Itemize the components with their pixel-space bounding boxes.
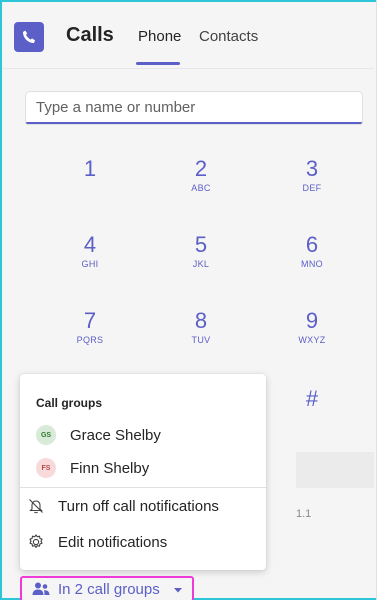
- call-groups-label: In 2 call groups: [58, 580, 160, 598]
- key-digit: 2: [194, 156, 208, 181]
- call-group-item-finn-shelby[interactable]: FS Finn Shelby: [26, 453, 260, 483]
- key-digit: 7: [83, 308, 97, 333]
- key-digit: 1: [83, 156, 97, 181]
- keypad-key-6[interactable]: 6 MNO: [277, 232, 347, 288]
- popup-divider: [20, 487, 266, 488]
- keypad-key-8[interactable]: 8 TUV: [166, 308, 236, 364]
- menu-label: Edit notifications: [58, 533, 168, 551]
- background-fragment: 1.1: [296, 508, 312, 520]
- key-letters: PQRS: [76, 335, 104, 345]
- keypad-key-4[interactable]: 4 GHI: [55, 232, 125, 288]
- key-digit: 3: [305, 156, 319, 181]
- turn-off-call-notifications-button[interactable]: Turn off call notifications: [26, 491, 260, 521]
- tab-phone[interactable]: Phone: [138, 28, 181, 45]
- search-input[interactable]: [26, 92, 362, 124]
- people-icon: [32, 582, 50, 596]
- key-letters: JKL: [192, 259, 210, 269]
- bell-off-icon: [26, 496, 46, 516]
- call-groups-button[interactable]: In 2 call groups: [20, 576, 194, 600]
- phone-icon: [14, 22, 44, 52]
- keypad-key-7[interactable]: 7 PQRS: [55, 308, 125, 364]
- key-digit: 9: [305, 308, 319, 333]
- avatar: FS: [36, 458, 56, 478]
- keypad-key-9[interactable]: 9 WXYZ: [277, 308, 347, 364]
- tab-contacts[interactable]: Contacts: [199, 28, 258, 45]
- key-digit: #: [305, 386, 319, 411]
- call-groups-popup: Call groups GS Grace Shelby FS Finn Shel…: [20, 374, 266, 570]
- popup-heading: Call groups: [36, 396, 103, 410]
- call-group-item-grace-shelby[interactable]: GS Grace Shelby: [26, 420, 260, 450]
- active-tab-indicator: [136, 62, 180, 65]
- key-letters: MNO: [301, 259, 323, 269]
- keypad-key-5[interactable]: 5 JKL: [166, 232, 236, 288]
- group-name: Finn Shelby: [70, 459, 150, 477]
- calls-header: Calls Phone Contacts: [2, 2, 374, 68]
- keypad-key-2[interactable]: 2 ABC: [166, 156, 236, 212]
- chevron-down-icon: [173, 580, 182, 598]
- key-digit: 6: [305, 232, 319, 257]
- app-title: Calls: [66, 24, 114, 46]
- key-letters: GHI: [81, 259, 99, 269]
- call-button-area[interactable]: [296, 452, 374, 488]
- menu-label: Turn off call notifications: [58, 497, 219, 515]
- key-digit: 4: [83, 232, 97, 257]
- key-letters: TUV: [191, 335, 211, 345]
- keypad-key-3[interactable]: 3 DEF: [277, 156, 347, 212]
- scrollbar-track[interactable]: [376, 0, 384, 600]
- group-name: Grace Shelby: [70, 426, 161, 444]
- key-letters: ABC: [191, 183, 211, 193]
- key-letters: DEF: [302, 183, 322, 193]
- header-divider: [2, 68, 374, 69]
- avatar: GS: [36, 425, 56, 445]
- keypad-key-1[interactable]: 1: [55, 156, 125, 212]
- keypad-key-hash[interactable]: #: [277, 386, 347, 442]
- key-letters: WXYZ: [298, 335, 326, 345]
- key-digit: 8: [194, 308, 208, 333]
- gear-icon: [26, 532, 46, 552]
- edit-notifications-button[interactable]: Edit notifications: [26, 527, 260, 557]
- key-digit: 5: [194, 232, 208, 257]
